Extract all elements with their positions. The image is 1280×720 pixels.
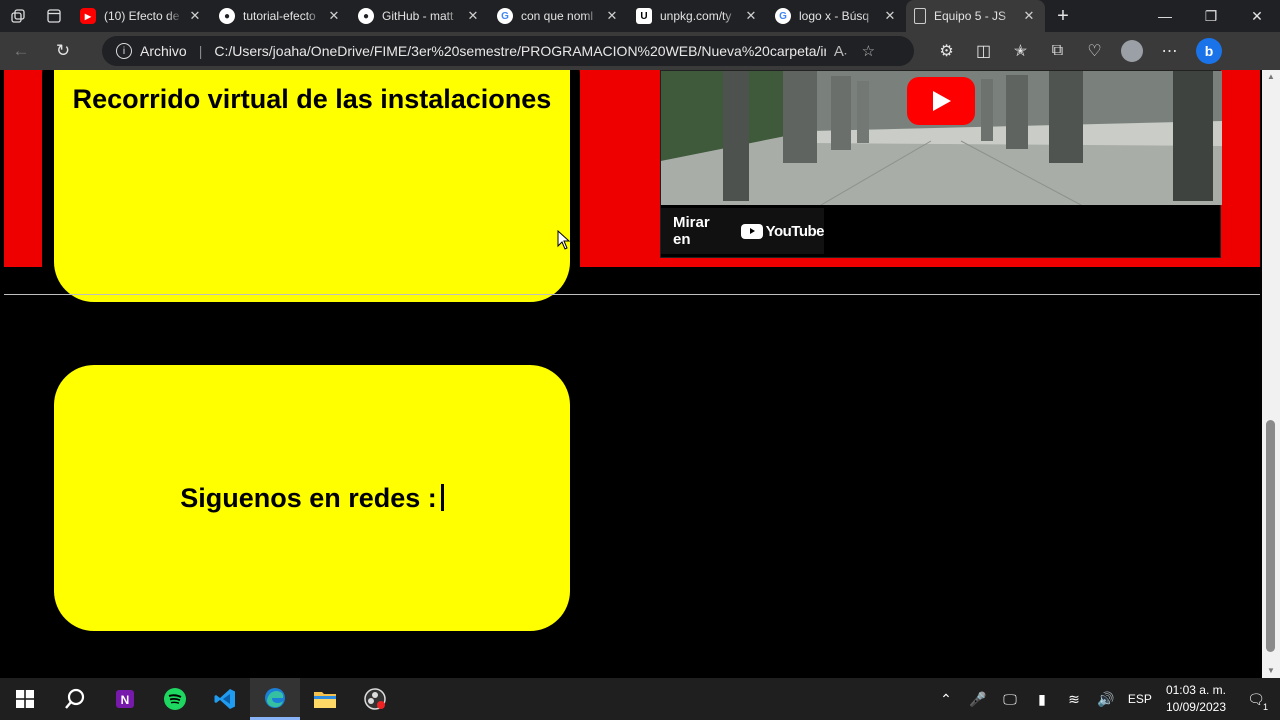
tab-title: GitHub - matt: [382, 9, 454, 23]
close-tab-icon[interactable]: ✕: [882, 8, 898, 24]
svg-text:N: N: [121, 693, 130, 707]
workspaces-icon[interactable]: [0, 0, 36, 32]
tab-title: tutorial-efecto: [243, 9, 316, 23]
extensions-icon[interactable]: ⚙: [928, 41, 965, 61]
scrollbar-thumb[interactable]: [1266, 420, 1275, 652]
window-controls: — ❐ ✕: [1142, 0, 1280, 32]
tab-title: logo x - Búsq: [799, 9, 870, 23]
toolbar-icons: ⚙ ◫ ✭ ⧉ ♡ ⋯ b: [928, 32, 1222, 70]
display-icon[interactable]: 🖵: [994, 691, 1026, 708]
close-tab-icon[interactable]: ✕: [187, 8, 203, 24]
address-separator: |: [198, 43, 203, 59]
github-icon: ●: [358, 8, 374, 24]
restore-button[interactable]: ❐: [1188, 0, 1234, 32]
close-tab-icon[interactable]: ✕: [743, 8, 759, 24]
obs-recording-icon[interactable]: [350, 678, 400, 720]
browser-essentials-icon[interactable]: ♡: [1076, 41, 1113, 61]
edge-icon[interactable]: [250, 678, 300, 720]
close-tab-icon[interactable]: ✕: [465, 8, 481, 24]
youtube-embed[interactable]: Mirar en YouTube: [660, 70, 1222, 258]
collections-icon[interactable]: ⧉: [1039, 42, 1076, 60]
file-icon: [914, 8, 926, 24]
youtube-logo-icon: YouTube: [740, 222, 825, 240]
favorites-icon[interactable]: ✭: [1002, 41, 1039, 61]
github-icon: ●: [219, 8, 235, 24]
volume-icon[interactable]: 🔊: [1090, 691, 1122, 708]
split-screen-icon[interactable]: ◫: [965, 41, 1002, 61]
web-page: Recorrido virtual de las instalaciones M…: [0, 70, 1262, 678]
browser-tab[interactable]: Uunpkg.com/ty ✕: [628, 0, 767, 32]
browser-tab[interactable]: Equipo 5 - JS ✕: [906, 0, 1045, 32]
wifi-icon[interactable]: ≋: [1058, 691, 1090, 708]
vscode-icon[interactable]: [200, 678, 250, 720]
onenote-icon[interactable]: N: [100, 678, 150, 720]
read-aloud-icon[interactable]: A܁: [826, 43, 854, 60]
tab-title: Equipo 5 - JS: [934, 9, 1007, 23]
browser-tab[interactable]: ● GitHub - matt ✕: [350, 0, 489, 32]
new-tab-button[interactable]: +: [1045, 5, 1081, 28]
close-tab-icon[interactable]: ✕: [1021, 8, 1037, 24]
language-indicator[interactable]: ESP: [1122, 692, 1158, 706]
bing-copilot-icon[interactable]: b: [1196, 38, 1222, 64]
social-title: Siguenos en redes :: [180, 483, 444, 514]
youtube-icon: ▶: [80, 8, 96, 24]
typing-caret: [440, 483, 444, 511]
unpkg-icon: U: [636, 8, 652, 24]
browser-tab[interactable]: ▶ (10) Efecto de ✕: [72, 0, 211, 32]
youtube-wordmark: YouTube: [765, 222, 825, 240]
battery-icon[interactable]: ▮: [1026, 691, 1058, 708]
back-button[interactable]: ←: [0, 32, 42, 70]
browser-tab[interactable]: Gcon que noml ✕: [489, 0, 628, 32]
social-card: Siguenos en redes :: [54, 365, 570, 631]
start-button[interactable]: [0, 678, 50, 720]
address-bar[interactable]: i Archivo | C:/Users/joaha/OneDrive/FIME…: [102, 36, 914, 66]
google-icon: G: [497, 8, 513, 24]
close-tab-icon[interactable]: ✕: [604, 8, 620, 24]
browser-tab[interactable]: Glogo x - Búsq ✕: [767, 0, 906, 32]
windows-taskbar: N ⌃ 🎤 🖵 ▮ ≋ 🔊 ESP 01:03 a. m. 10/09/2023…: [0, 678, 1280, 720]
notification-count: 1: [1262, 701, 1268, 712]
tab-list: ▶ (10) Efecto de ✕ ● tutorial-efecto ✕ ● GitHub…: [72, 0, 1045, 32]
section-divider: [4, 294, 1260, 295]
search-icon[interactable]: [50, 678, 100, 720]
page-scrollbar[interactable]: ▲ ▼: [1262, 70, 1280, 678]
mouse-cursor-icon: [557, 230, 571, 250]
browser-tab[interactable]: ● tutorial-efecto ✕: [211, 0, 350, 32]
clock-date: 10/09/2023: [1165, 700, 1226, 714]
system-tray: ⌃ 🎤 🖵 ▮ ≋ 🔊 ESP 01:03 a. m. 10/09/2023 🗨…: [930, 678, 1280, 720]
more-menu-icon[interactable]: ⋯: [1151, 41, 1188, 61]
address-url[interactable]: C:/Users/joaha/OneDrive/FIME/3er%20semes…: [214, 43, 826, 59]
watch-label: Mirar en: [673, 214, 710, 248]
spotify-icon[interactable]: [150, 678, 200, 720]
info-icon[interactable]: i: [116, 43, 132, 59]
tab-title: unpkg.com/ty: [660, 9, 732, 23]
tab-strip: ▶ (10) Efecto de ✕ ● tutorial-efecto ✕ ● GitHub…: [0, 0, 1280, 32]
microphone-icon[interactable]: 🎤: [962, 691, 994, 708]
watch-on-youtube-button[interactable]: Mirar en YouTube: [661, 208, 825, 254]
file-explorer-icon[interactable]: [300, 678, 350, 720]
tab-title: (10) Efecto de: [104, 9, 180, 23]
close-window-button[interactable]: ✕: [1234, 0, 1280, 32]
notification-icon[interactable]: 🗨 1: [1240, 691, 1272, 712]
scroll-up-arrow-icon[interactable]: ▲: [1262, 70, 1280, 84]
tour-title: Recorrido virtual de las instalaciones: [72, 84, 552, 114]
address-scheme-label: Archivo: [140, 43, 187, 59]
clock-time: 01:03 a. m.: [1165, 683, 1226, 697]
minimize-button[interactable]: —: [1142, 0, 1188, 32]
scroll-down-arrow-icon[interactable]: ▼: [1262, 664, 1280, 678]
reload-button[interactable]: ↻: [42, 32, 84, 70]
close-tab-icon[interactable]: ✕: [326, 8, 342, 24]
favorite-star-icon[interactable]: ☆: [854, 42, 882, 60]
video-thumbnail[interactable]: [661, 71, 1222, 205]
profile-avatar[interactable]: [1121, 40, 1143, 62]
google-icon: G: [775, 8, 791, 24]
tab-title: con que noml: [521, 9, 594, 23]
clock[interactable]: 01:03 a. m. 10/09/2023: [1166, 682, 1226, 716]
address-toolbar: ← ↻ i Archivo | C:/Users/joaha/OneDrive/…: [0, 32, 1280, 70]
chevron-up-icon[interactable]: ⌃: [930, 691, 962, 708]
tab-actions-icon[interactable]: [36, 0, 72, 32]
